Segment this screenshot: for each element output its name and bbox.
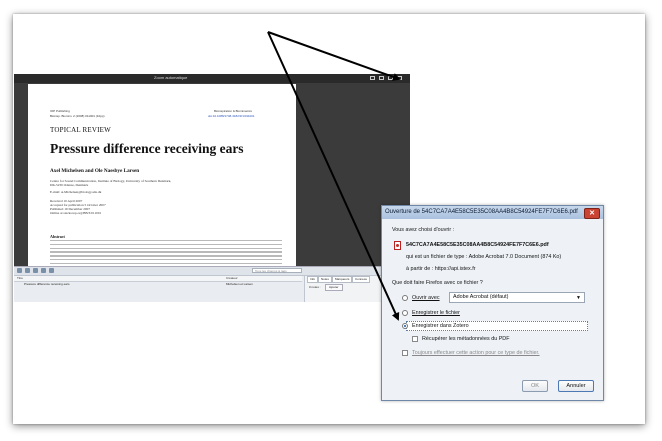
save-zotero-radio[interactable] [402, 323, 408, 329]
dialog-intro: Vous avez choisi d'ouvrir : [392, 227, 455, 233]
new-note-icon[interactable] [33, 268, 38, 273]
chevron-down-icon: ▼ [576, 295, 581, 301]
pdf-viewer-window: Zoom automatique IOP Publishing Bioinsp.… [14, 74, 410, 266]
notes-count: 0 notes : [309, 285, 321, 289]
file-name: 54C7CA7A4E58C5E35C08AA4B8C54924FE7F7C6E6… [406, 242, 549, 248]
zotero-toolbar: Tous les champs & tags [14, 267, 410, 276]
journal-reference: Bioinsp. Biomim. 2 (2008) 011001 (10pp) [50, 114, 105, 118]
abstract-text-block [50, 240, 282, 266]
doi-link[interactable]: doi:10.1088/1748-3182/3/1/011001 [208, 114, 255, 118]
open-with-value: Adobe Acrobat (défaut) [453, 294, 509, 300]
file-source: à partir de : https://api.istex.fr [406, 266, 476, 272]
always-do-checkbox[interactable] [402, 350, 408, 356]
pdf-page: IOP Publishing Bioinsp. Biomim. 2 (2008)… [28, 84, 296, 266]
paper-title: Pressure difference receiving ears [50, 141, 244, 156]
section-label: TOPICAL REVIEW [50, 126, 111, 134]
dialog-title: Ouverture de 54C7CA7A4E58C5E35C08AA4B8C5… [385, 209, 578, 215]
zotero-pane: Tous les champs & tags Titre Créateur Pr… [14, 266, 411, 302]
journal-name: Bioinspiration & Biomimetics [214, 109, 252, 113]
presentation-icon[interactable] [370, 76, 375, 80]
tab-notes[interactable]: Notes [318, 276, 332, 283]
file-type: qui est un fichier de type : Adobe Acrob… [406, 254, 562, 260]
add-by-id-icon[interactable] [25, 268, 30, 273]
close-icon[interactable]: ✕ [584, 208, 600, 219]
sync-icon[interactable] [49, 268, 54, 273]
zotero-search-input[interactable]: Tous les champs & tags [252, 268, 302, 273]
download-dialog: Ouverture de 54C7CA7A4E58C5E35C08AA4B8C5… [381, 205, 604, 401]
dialog-titlebar: Ouverture de 54C7CA7A4E58C5E35C08AA4B8C5… [382, 206, 603, 219]
save-file-label: Enregistrer le fichier [412, 310, 460, 316]
ok-button[interactable]: OK [522, 380, 548, 392]
always-do-label: Toujours effectuer cette action pour ce … [412, 350, 540, 356]
dialog-question: Que doit faire Firefox avec ce fichier ? [392, 280, 483, 286]
recover-metadata-checkbox[interactable] [412, 336, 418, 342]
save-zotero-label: Enregistrer dans Zotero [412, 323, 469, 329]
open-with-select[interactable]: Adobe Acrobat (défaut) ▼ [449, 292, 585, 303]
online-link: Online at stacks.iop.org/BB/3/011001 [50, 211, 102, 215]
row-creator: Michelsen et Larsen [226, 282, 253, 286]
affiliation-line-2: DK-5230 Odense, Denmark [50, 183, 89, 187]
paper-authors: Axel Michelsen and Ole Naesbye Larsen [50, 168, 140, 174]
journal-publisher: IOP Publishing [50, 109, 70, 113]
tab-tags[interactable]: Marqueurs [332, 276, 353, 283]
table-row[interactable]: Pressure difference receiving ears Miche… [14, 282, 302, 287]
abstract-heading: Abstract [50, 234, 65, 239]
pdf-toolbar: Zoom automatique [14, 74, 410, 83]
open-with-label: Ouvrir avec [412, 295, 440, 301]
zoom-label[interactable]: Zoom automatique [154, 75, 187, 80]
print-icon[interactable] [388, 76, 393, 80]
pdf-file-icon [394, 241, 401, 250]
attach-icon[interactable] [41, 268, 46, 273]
download-icon[interactable] [397, 76, 402, 80]
save-file-radio[interactable] [402, 310, 408, 316]
row-title: Pressure difference receiving ears [24, 282, 70, 286]
column-title[interactable]: Titre [17, 276, 23, 280]
tab-related[interactable]: Connexe [352, 276, 371, 283]
author-email[interactable]: E-mail: A.Michelsen@biology.sdu.dk [50, 190, 101, 194]
open-file-icon[interactable] [379, 76, 384, 80]
recover-metadata-label: Récupérer les métadonnées du PDF [422, 336, 510, 342]
add-note-button[interactable]: Ajouter [325, 284, 343, 291]
tab-info[interactable]: Info [307, 276, 319, 283]
cancel-button[interactable]: Annuler [558, 380, 594, 392]
column-creator[interactable]: Créateur [226, 276, 238, 280]
new-item-icon[interactable] [17, 268, 22, 273]
open-with-radio[interactable] [402, 295, 408, 301]
